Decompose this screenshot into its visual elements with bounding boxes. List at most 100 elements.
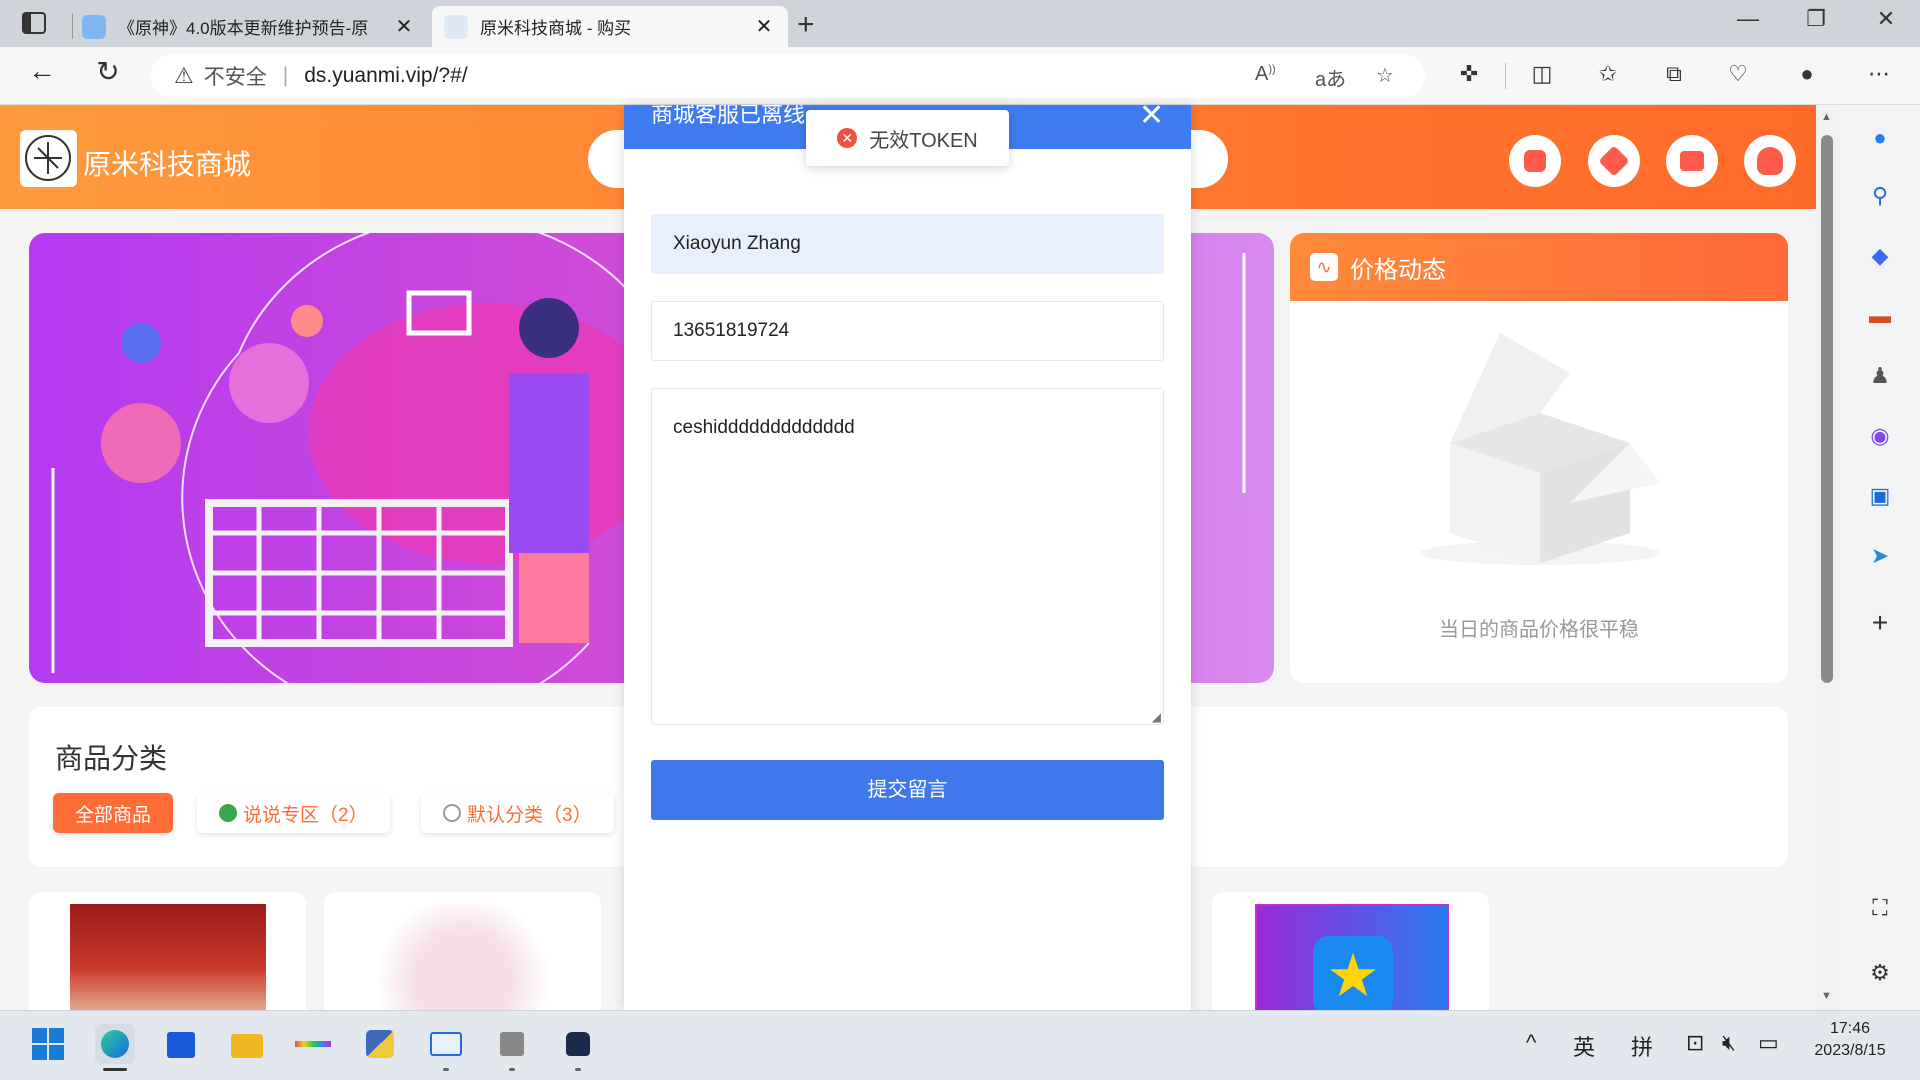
task-manager-icon[interactable] [426,1024,466,1071]
price-card-header: ∿ 价格动态 [1290,233,1788,301]
star-icon[interactable]: ☆ [1376,63,1394,88]
microsoft365-icon[interactable]: ◉ [1862,418,1898,454]
collections-icon[interactable]: ⧉ [1657,61,1691,87]
address-divider: | [282,64,289,87]
search-icon[interactable]: ⚲ [1862,178,1898,214]
product-card[interactable] [324,892,601,1010]
category-label: 默认分类（3） [467,804,592,826]
name-field[interactable]: Xiaoyun Zhang [651,214,1164,274]
price-card-title: 价格动态 [1350,256,1446,284]
refresh-icon[interactable]: ↻ [88,55,128,88]
ime-mode[interactable]: 拼 [1631,1030,1653,1062]
phone-value: 13651819724 [673,320,790,341]
trend-icon: ∿ [1310,253,1338,281]
category-label: 全部商品 [75,804,152,826]
server-app-icon[interactable] [492,1024,532,1071]
add-icon[interactable]: + [1862,605,1898,641]
submit-message-button[interactable]: 提交留言 [651,760,1164,820]
browser-essentials-icon[interactable]: ♡ [1721,61,1755,87]
new-tab-icon[interactable]: + [797,8,815,42]
wechat-icon [219,804,237,822]
tab-title: 《原神》4.0版本更新维护预告-原 [118,19,369,38]
tab-strip: 《原神》4.0版本更新维护预告-原 ✕ 原米科技商城 - 购买 ✕ + — ❐ … [0,0,1920,47]
tab-shop[interactable]: 原米科技商城 - 购买 ✕ [432,6,788,47]
battery-icon[interactable]: ▭ [1758,1030,1779,1056]
category-all-button[interactable]: 全部商品 [53,793,174,833]
minimize-icon[interactable]: — [1728,6,1768,32]
product-card[interactable]: ★ [1212,892,1489,1010]
shopping-tag-icon[interactable]: ◆ [1862,238,1898,274]
cat-app-icon[interactable] [558,1024,598,1071]
category-shuoshuo-button[interactable]: 说说专区（2） [197,793,390,833]
modal-title: 商城客服已离线 [651,105,806,127]
python-icon[interactable] [360,1024,400,1064]
tab-actions-icon[interactable] [22,12,46,34]
close-window-icon[interactable]: ✕ [1866,6,1906,32]
games-icon[interactable]: ♟ [1862,358,1898,394]
screenshot-icon[interactable]: ⛶ [1862,890,1898,926]
url-text[interactable]: ds.yuanmi.vip/?#/ [304,64,467,88]
price-trend-card: ∿ 价格动态 当日的商品价格很平稳 [1290,233,1788,683]
edge-browser-icon[interactable] [95,1024,135,1071]
user-avatar-icon[interactable] [1744,135,1796,187]
send-icon[interactable]: ➤ [1862,538,1898,574]
tools-icon[interactable]: ▬ [1862,298,1898,334]
tag-icon[interactable] [1588,135,1640,187]
category-title: 商品分类 [55,743,168,774]
resize-handle-icon[interactable]: ◢ [1152,710,1161,724]
address-bar[interactable]: ⚠ 不安全 | ds.yuanmi.vip/?#/ A)) aあ ☆ [150,54,1425,98]
back-arrow-icon[interactable]: ← [22,55,62,87]
close-icon[interactable]: ✕ [1139,101,1164,131]
warning-icon: ⚠ [174,63,194,88]
tab-genshin[interactable]: 《原神》4.0版本更新维护预告-原 ✕ [70,6,428,47]
microsoft-store-icon[interactable] [161,1024,201,1064]
color-bar-app-icon[interactable] [293,1024,333,1064]
bell-icon[interactable]: ● [1862,120,1898,156]
site-name[interactable]: 原米科技商城 [83,143,251,183]
network-icon[interactable]: ⊡ [1686,1030,1704,1056]
show-hidden-icons-icon[interactable]: ^ [1526,1030,1536,1056]
name-value: Xiaoyun Zhang [673,233,801,254]
read-aloud-icon[interactable]: A)) [1255,63,1276,86]
scrollbar-thumb[interactable] [1821,135,1833,683]
file-explorer-icon[interactable] [227,1024,267,1064]
error-toast: ✕ 无效TOKEN [806,110,1009,166]
message-textarea[interactable]: ceshiddddddddddddd ◢ [651,388,1164,725]
empty-box-icon [1420,333,1660,565]
category-default-button[interactable]: 默认分类（3） [421,793,614,833]
toast-text: 无效TOKEN [869,129,978,152]
genshin-favicon-icon [82,14,106,39]
more-icon[interactable]: ⋯ [1862,61,1896,87]
windows-start-icon[interactable] [28,1024,68,1064]
product-card[interactable] [29,892,306,1010]
product-image [70,904,266,1010]
security-label[interactable]: 不安全 [204,61,267,91]
ime-language[interactable]: 英 [1573,1030,1595,1062]
toolbar-divider [1505,63,1506,89]
maximize-icon[interactable]: ❐ [1796,6,1836,32]
phone-field[interactable]: 13651819724 [651,301,1164,361]
message-icon[interactable] [1666,135,1718,187]
profile-icon[interactable]: ● [1790,61,1824,87]
settings-icon[interactable]: ⚙ [1862,955,1898,991]
product-image: ★ [1255,904,1449,1010]
favorites-icon[interactable]: ✩ [1591,61,1625,87]
clock-time: 17:46 [1829,1020,1871,1037]
close-icon[interactable]: ✕ [392,14,416,39]
site-logo[interactable] [20,130,77,187]
outlook-icon[interactable]: ▣ [1862,478,1898,514]
system-clock[interactable]: 17:46 2023/8/15 [1800,1018,1900,1062]
translate-icon[interactable]: aあ [1315,63,1346,92]
clock-date: 2023/8/15 [1814,1042,1886,1059]
coupon-icon[interactable] [1509,135,1561,187]
message-value: ceshiddddddddddddd [673,417,855,438]
category-icon [443,804,461,822]
split-screen-icon[interactable]: ◫ [1525,61,1559,87]
error-icon: ✕ [837,128,858,148]
browser-toolbar: ← ↻ ⚠ 不安全 | ds.yuanmi.vip/?#/ A)) aあ ☆ ✜… [0,47,1920,105]
volume-muted-icon[interactable]: 🔇︎ [1722,1030,1736,1056]
customer-service-modal: 商城客服已离线 ✕ Xiaoyun Zhang 13651819724 cesh… [624,101,1191,1010]
close-icon[interactable]: ✕ [752,14,776,39]
tab-title: 原米科技商城 - 购买 [480,19,632,38]
extensions-icon[interactable]: ✜ [1452,61,1486,87]
